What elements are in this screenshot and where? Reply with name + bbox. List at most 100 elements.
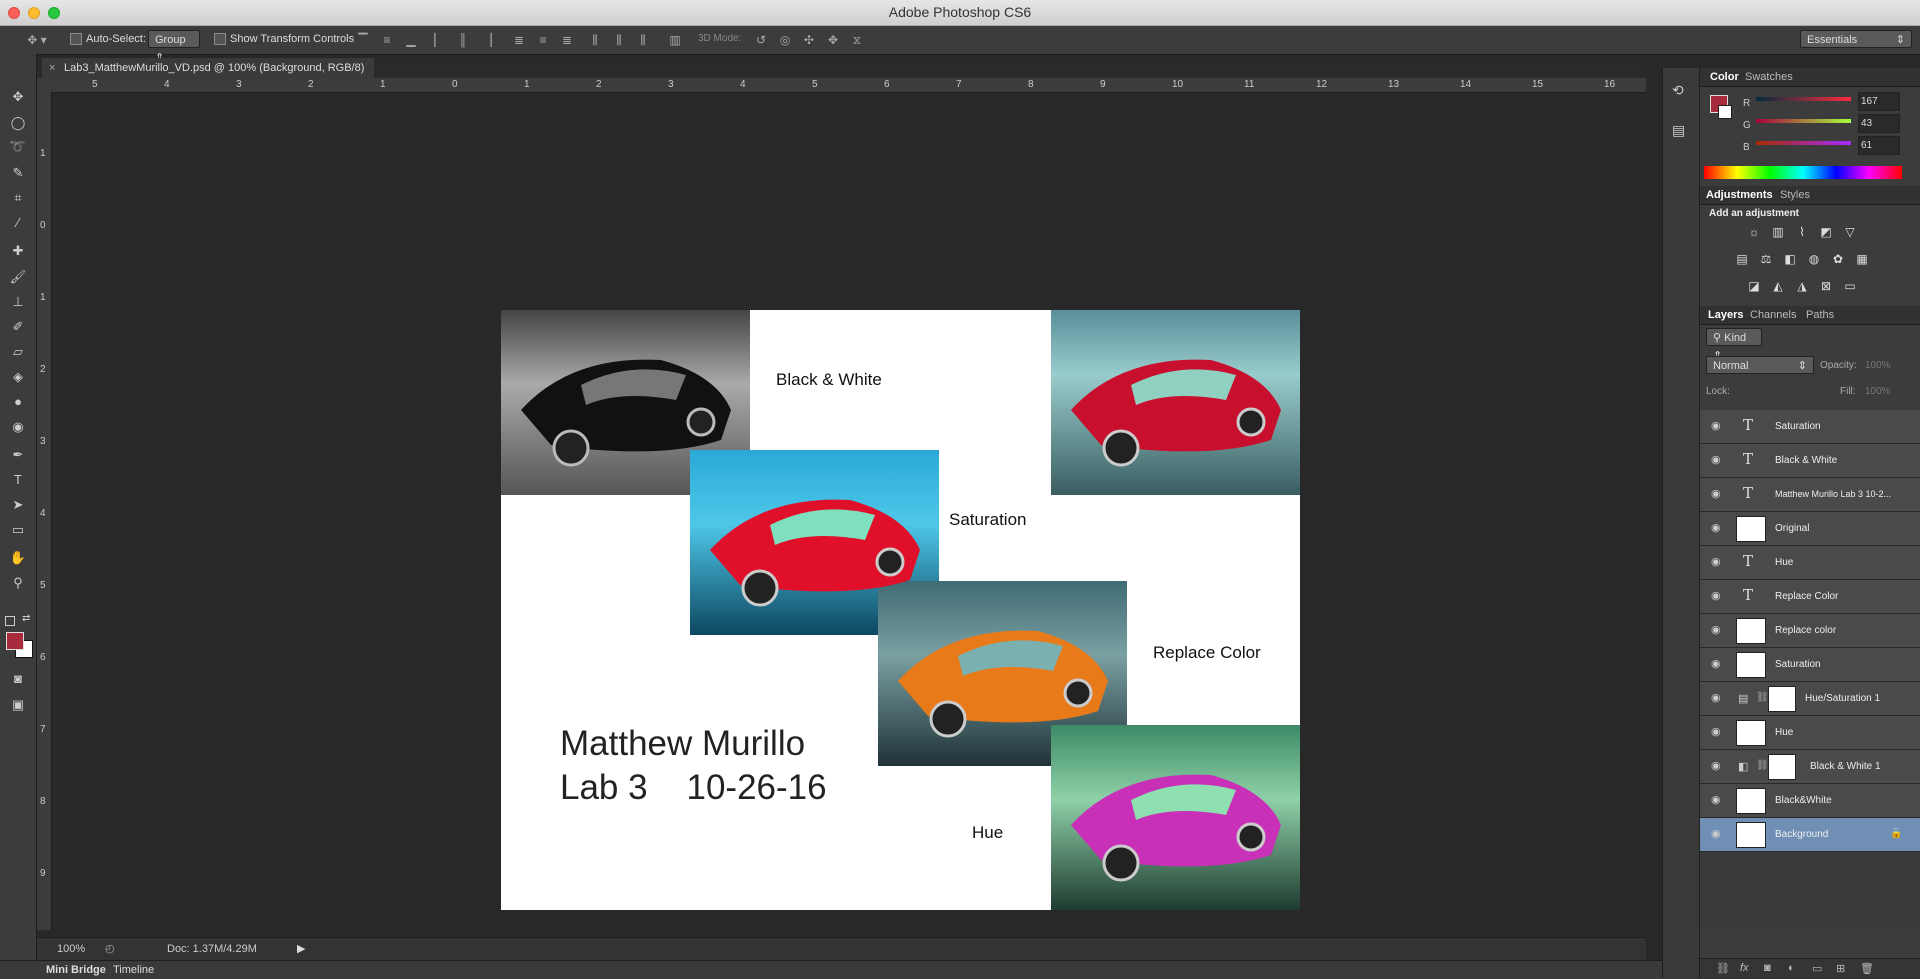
- slide-3d-icon[interactable]: ✥: [826, 33, 840, 47]
- pen-tool-icon[interactable]: ✒: [6, 444, 30, 466]
- ruler-origin[interactable]: [37, 78, 52, 92]
- threshold-icon[interactable]: ◮: [1795, 279, 1809, 293]
- show-transform-controls-checkbox[interactable]: Show Transform Controls: [214, 33, 354, 46]
- distribute-top-icon[interactable]: ≣: [512, 33, 526, 47]
- roll-3d-icon[interactable]: ◎: [778, 33, 792, 47]
- status-icon[interactable]: ◴: [105, 942, 115, 955]
- quick-select-tool-icon[interactable]: ✎: [6, 162, 30, 184]
- brightness-contrast-icon[interactable]: ☼: [1747, 225, 1761, 239]
- hue-saturation-icon[interactable]: ▤: [1735, 252, 1749, 266]
- visibility-eye-icon[interactable]: ◉: [1711, 488, 1725, 500]
- color-bg-swatch[interactable]: [1718, 105, 1732, 119]
- marquee-tool-icon[interactable]: ◯: [6, 112, 30, 134]
- invert-icon[interactable]: ◪: [1747, 279, 1761, 293]
- distribute-left-icon[interactable]: ⫼: [588, 33, 602, 47]
- black-white-icon[interactable]: ◧: [1783, 252, 1797, 266]
- tab-channels[interactable]: Channels: [1750, 309, 1796, 321]
- g-value-field[interactable]: [1858, 114, 1900, 133]
- visibility-eye-icon[interactable]: ◉: [1711, 624, 1725, 636]
- horizontal-ruler[interactable]: 5 4 3 2 1 0 1 2 3 4 5 6 7 8 9 10 11 12 13 14 15 16: [52, 78, 1646, 93]
- foreground-color-swatch[interactable]: [6, 632, 24, 650]
- visibility-eye-icon[interactable]: ◉: [1711, 658, 1725, 670]
- rotate-3d-icon[interactable]: ↺: [754, 33, 768, 47]
- align-hcenter-icon[interactable]: ║: [456, 33, 470, 47]
- visibility-eye-icon[interactable]: ◉: [1711, 760, 1725, 772]
- document-tab[interactable]: × Lab3_MatthewMurillo_VD.psd @ 100% (Bac…: [42, 58, 375, 78]
- color-balance-icon[interactable]: ⚖: [1759, 252, 1773, 266]
- visibility-eye-icon[interactable]: ◉: [1711, 454, 1725, 466]
- dodge-tool-icon[interactable]: ◉: [6, 416, 30, 438]
- auto-select-checkbox[interactable]: Auto-Select:: [70, 33, 146, 46]
- auto-align-icon[interactable]: ▥: [668, 33, 682, 47]
- visibility-eye-icon[interactable]: ◉: [1711, 590, 1725, 602]
- layer-row[interactable]: ◉ T Hue: [1700, 546, 1920, 580]
- layer-filter-dropdown[interactable]: ⚲ Kind ⇕: [1706, 328, 1762, 362]
- tab-color[interactable]: Color: [1710, 71, 1739, 83]
- color-spectrum-bar[interactable]: [1704, 166, 1902, 179]
- delete-layer-icon[interactable]: 🗑: [1860, 962, 1874, 975]
- paint-bucket-tool-icon[interactable]: ◈: [6, 366, 30, 388]
- align-right-icon[interactable]: ▕: [480, 33, 494, 47]
- blend-mode-dropdown[interactable]: Normal ⇕: [1706, 356, 1814, 374]
- layer-row-selected[interactable]: ◉ Background 🔒: [1700, 818, 1920, 852]
- gradient-map-icon[interactable]: ▭: [1843, 279, 1857, 293]
- default-colors-icon[interactable]: [5, 616, 15, 626]
- visibility-eye-icon[interactable]: ◉: [1711, 692, 1725, 704]
- scale-3d-icon[interactable]: ⧖: [850, 33, 864, 47]
- opacity-value[interactable]: 100%: [1865, 360, 1891, 371]
- eraser-tool-icon[interactable]: ▱: [6, 341, 30, 363]
- screen-mode-icon[interactable]: ▣: [6, 694, 30, 716]
- fill-value[interactable]: 100%: [1865, 386, 1891, 397]
- visibility-eye-icon[interactable]: ◉: [1711, 522, 1725, 534]
- layer-row[interactable]: ◉ Original: [1700, 512, 1920, 546]
- curves-icon[interactable]: ⌇: [1795, 225, 1809, 239]
- workspace-switcher[interactable]: Essentials ⇕: [1800, 30, 1912, 48]
- auto-select-dropdown[interactable]: Group ⇕: [148, 30, 200, 64]
- tab-paths[interactable]: Paths: [1806, 309, 1834, 321]
- align-top-icon[interactable]: ▔: [356, 33, 370, 47]
- zoom-level[interactable]: 100%: [57, 943, 85, 955]
- new-adjustment-icon[interactable]: ◐: [1788, 962, 1795, 974]
- eyedropper-tool-icon[interactable]: ⁄: [6, 212, 30, 234]
- tab-layers[interactable]: Layers: [1708, 309, 1743, 321]
- visibility-eye-icon[interactable]: ◉: [1711, 828, 1725, 840]
- layer-row[interactable]: ◉ ◧ ⛓ Black & White 1: [1700, 750, 1920, 784]
- clone-stamp-tool-icon[interactable]: ⊥: [6, 291, 30, 313]
- layer-row[interactable]: ◉ T Saturation: [1700, 410, 1920, 444]
- visibility-eye-icon[interactable]: ◉: [1711, 556, 1725, 568]
- align-left-icon[interactable]: ▏: [432, 33, 446, 47]
- lasso-tool-icon[interactable]: ➰: [6, 136, 30, 158]
- add-mask-icon[interactable]: ◙: [1764, 962, 1771, 974]
- posterize-icon[interactable]: ◭: [1771, 279, 1785, 293]
- layer-row[interactable]: ◉ ▤ ⛓ Hue/Saturation 1: [1700, 682, 1920, 716]
- r-value-field[interactable]: [1858, 92, 1900, 111]
- g-slider[interactable]: [1756, 119, 1851, 123]
- layer-row[interactable]: ◉ T Black & White: [1700, 444, 1920, 478]
- align-bottom-icon[interactable]: ▁: [404, 33, 418, 47]
- new-layer-icon[interactable]: ⊞: [1836, 962, 1845, 975]
- vibrance-icon[interactable]: ▽: [1843, 225, 1857, 239]
- vertical-ruler[interactable]: 1 0 1 2 3 4 5 6 7 8 9: [37, 92, 52, 930]
- color-lookup-icon[interactable]: ▦: [1855, 252, 1869, 266]
- link-layers-icon[interactable]: ⛓: [1716, 962, 1730, 975]
- distribute-vcenter-icon[interactable]: ≡: [536, 33, 550, 47]
- visibility-eye-icon[interactable]: ◉: [1711, 794, 1725, 806]
- status-menu-arrow-icon[interactable]: ▶: [297, 942, 305, 955]
- distribute-hcenter-icon[interactable]: ⫼: [612, 33, 626, 47]
- visibility-eye-icon[interactable]: ◉: [1711, 726, 1725, 738]
- move-tool-icon[interactable]: ✥: [6, 86, 30, 108]
- blur-tool-icon[interactable]: ●: [6, 391, 30, 413]
- type-tool-icon[interactable]: T: [6, 469, 30, 491]
- levels-icon[interactable]: ▥: [1771, 225, 1785, 239]
- layer-row[interactable]: ◉ Hue: [1700, 716, 1920, 750]
- layer-row[interactable]: ◉ T Matthew Murillo Lab 3 10-2...: [1700, 478, 1920, 512]
- new-group-icon[interactable]: ▭: [1812, 962, 1822, 975]
- distribute-bottom-icon[interactable]: ≣: [560, 33, 574, 47]
- layer-row[interactable]: ◉ Replace color: [1700, 614, 1920, 648]
- tab-timeline[interactable]: Timeline: [113, 964, 154, 976]
- path-selection-tool-icon[interactable]: ➤: [6, 494, 30, 516]
- move-tool-preset-icon[interactable]: ✥ ▾: [22, 33, 52, 47]
- tab-adjustments[interactable]: Adjustments: [1706, 189, 1773, 201]
- zoom-tool-icon[interactable]: ⚲: [6, 572, 30, 594]
- visibility-eye-icon[interactable]: ◉: [1711, 420, 1725, 432]
